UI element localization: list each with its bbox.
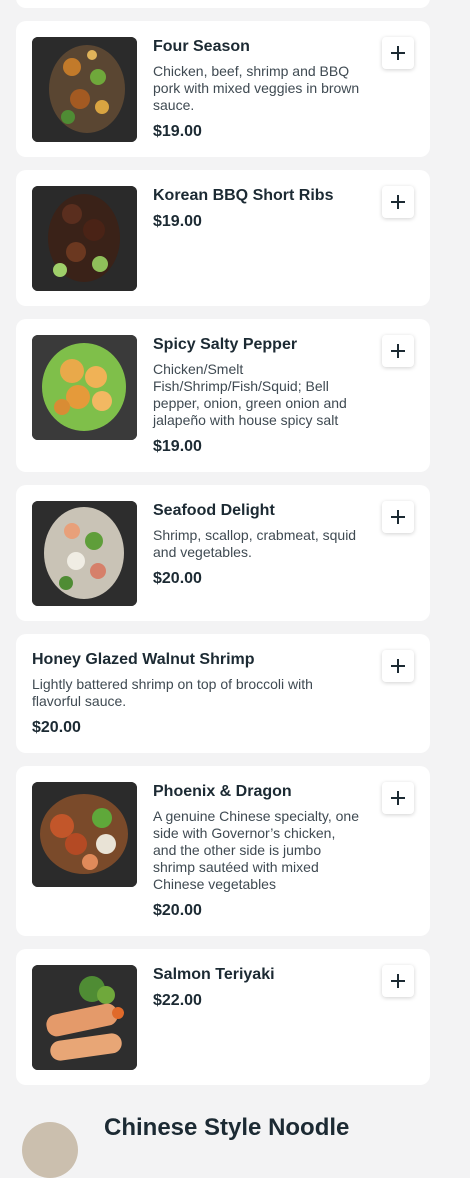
- add-to-cart-button[interactable]: [382, 782, 414, 814]
- add-to-cart-button[interactable]: [382, 650, 414, 682]
- food-photo: [32, 186, 137, 291]
- section-header: Chinese Style Noodle: [0, 1100, 470, 1178]
- menu-item-name: Spicy Salty Pepper: [153, 336, 298, 353]
- menu-item-info: Seafood Delight Shrimp, scallop, crabmea…: [153, 501, 360, 589]
- food-photo: [32, 501, 137, 606]
- menu-item-price: $19.00: [153, 123, 202, 140]
- add-to-cart-button[interactable]: [382, 501, 414, 533]
- add-to-cart-button[interactable]: [382, 37, 414, 69]
- menu-item-info: Phoenix & Dragon A genuine Chinese speci…: [153, 782, 360, 921]
- plus-icon: [391, 974, 405, 988]
- section-title: Chinese Style Noodle: [104, 1114, 350, 1141]
- add-to-cart-button[interactable]: [382, 186, 414, 218]
- plus-icon: [391, 659, 405, 673]
- add-to-cart-button[interactable]: [382, 335, 414, 367]
- menu-item-card[interactable]: Seafood Delight Shrimp, scallop, crabmea…: [16, 485, 430, 621]
- menu-item-name: Seafood Delight: [153, 502, 275, 519]
- food-photo-icon: [32, 335, 137, 440]
- menu-item-card[interactable]: Spicy Salty Pepper Chicken/Smelt Fish/Sh…: [16, 319, 430, 472]
- plus-icon: [391, 791, 405, 805]
- menu-item-info: Honey Glazed Walnut Shrimp Lightly batte…: [32, 650, 360, 738]
- menu-item-card[interactable]: Phoenix & Dragon A genuine Chinese speci…: [16, 766, 430, 936]
- menu-item-info: Korean BBQ Short Ribs $19.00: [153, 186, 360, 232]
- menu-item-name: Phoenix & Dragon: [153, 783, 292, 800]
- menu-item-card[interactable]: Honey Glazed Walnut Shrimp Lightly batte…: [16, 634, 430, 753]
- food-photo: [32, 37, 137, 142]
- menu-item-name: Korean BBQ Short Ribs: [153, 187, 334, 204]
- menu-item-price: $19.00: [153, 213, 202, 230]
- section-avatar: [22, 1122, 78, 1178]
- menu-item-price: $22.00: [153, 992, 202, 1009]
- plus-icon: [391, 195, 405, 209]
- plus-icon: [391, 510, 405, 524]
- menu-item-description: Shrimp, scallop, crabmeat, squid and veg…: [153, 527, 357, 560]
- plus-icon: [391, 46, 405, 60]
- menu-item-description: Chicken, beef, shrimp and BBQ pork with …: [153, 63, 360, 113]
- menu-item-card[interactable]: Salmon Teriyaki $22.00: [16, 949, 430, 1085]
- menu-item-name: Salmon Teriyaki: [153, 966, 275, 983]
- menu-item-info: Salmon Teriyaki $22.00: [153, 965, 360, 1011]
- menu-item-card[interactable]: Korean BBQ Short Ribs $19.00: [16, 170, 430, 306]
- food-photo: [32, 965, 137, 1070]
- menu-item-price: $20.00: [153, 570, 202, 587]
- food-photo-icon: [32, 501, 137, 606]
- menu-item-name: Honey Glazed Walnut Shrimp: [32, 651, 255, 668]
- menu-item-description: Chicken/Smelt Fish/Shrimp/Fish/Squid; Be…: [153, 361, 347, 428]
- menu-item-name: Four Season: [153, 38, 250, 55]
- food-photo-icon: [32, 37, 137, 142]
- menu-list: Four Season Chicken, beef, shrimp and BB…: [0, 0, 470, 1178]
- menu-item-price: $19.00: [153, 438, 202, 455]
- food-photo: [32, 782, 137, 887]
- menu-item-description: Lightly battered shrimp on top of brocco…: [32, 676, 313, 709]
- menu-item-card-partial[interactable]: [16, 0, 430, 8]
- add-to-cart-button[interactable]: [382, 965, 414, 997]
- food-photo-icon: [32, 782, 137, 887]
- food-photo-icon: [32, 965, 137, 1070]
- menu-item-info: Spicy Salty Pepper Chicken/Smelt Fish/Sh…: [153, 335, 360, 457]
- menu-item-description: A genuine Chinese specialty, one side wi…: [153, 808, 359, 892]
- food-photo-icon: [32, 186, 137, 291]
- menu-item-card[interactable]: Four Season Chicken, beef, shrimp and BB…: [16, 21, 430, 157]
- plus-icon: [391, 344, 405, 358]
- menu-item-price: $20.00: [153, 902, 202, 919]
- menu-item-info: Four Season Chicken, beef, shrimp and BB…: [153, 37, 360, 142]
- food-photo: [32, 335, 137, 440]
- menu-item-price: $20.00: [32, 719, 81, 736]
